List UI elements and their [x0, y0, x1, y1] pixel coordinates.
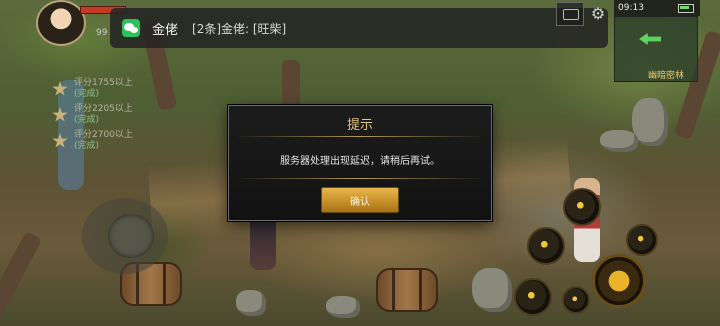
confirm-button[interactable]: 确认 [321, 187, 399, 213]
battery-icon [678, 4, 694, 13]
skill-button[interactable] [514, 278, 552, 316]
player-level: 99 [96, 28, 108, 38]
player-avatar[interactable] [36, 0, 86, 46]
wechat-notification-banner[interactable]: 金佬 [2条]金佬: [旺柴] [110, 8, 608, 48]
quest-status: (完成) [74, 115, 100, 125]
skill-button[interactable] [527, 227, 565, 265]
attack-button[interactable] [592, 254, 646, 308]
status-bar: 09:13 [614, 0, 700, 16]
dialog-divider [235, 178, 485, 179]
rock [472, 268, 512, 312]
chat-icon[interactable] [556, 2, 584, 26]
skill-button[interactable] [626, 224, 658, 256]
direction-arrow-icon [639, 33, 661, 45]
skill-button[interactable] [562, 286, 590, 314]
map-name: 幽暗密林 [648, 71, 685, 81]
quest-status: (完成) [74, 89, 100, 99]
server-delay-dialog: 提示 服务器处理出现延迟，请稍后再试。 确认 [228, 105, 492, 221]
dialog-message: 服务器处理出现延迟，请稍后再试。 [280, 156, 440, 167]
quest-item[interactable]: 评分2700以上 (完成) [52, 130, 133, 152]
quest-label: 评分1755以上 [74, 78, 133, 88]
gear-icon[interactable]: ⚙ [586, 2, 610, 24]
star-icon [52, 81, 68, 96]
player-character [250, 214, 276, 270]
quest-item[interactable]: 评分2205以上 (完成) [52, 104, 133, 126]
tree-trunk [0, 231, 43, 319]
skill-button[interactable] [563, 188, 601, 226]
rock [236, 290, 266, 316]
clock-time: 09:13 [618, 3, 644, 13]
quest-status: (完成) [74, 141, 100, 151]
notification-sender: 金佬 [152, 22, 179, 38]
wechat-icon [122, 19, 140, 37]
quest-item[interactable]: 评分1755以上 (完成) [52, 78, 133, 100]
barrel [376, 268, 438, 312]
star-icon [52, 133, 68, 148]
dialog-divider [235, 136, 485, 137]
star-icon [52, 107, 68, 122]
quest-label: 评分2205以上 [74, 104, 133, 114]
notification-message: [2条]金佬: [旺柴] [192, 21, 287, 36]
joystick-knob[interactable] [108, 214, 154, 258]
rock [600, 130, 638, 152]
dialog-title: 提示 [346, 118, 373, 133]
tree-trunk [282, 60, 300, 110]
quest-label: 评分2700以上 [74, 130, 133, 140]
rock [326, 296, 360, 318]
